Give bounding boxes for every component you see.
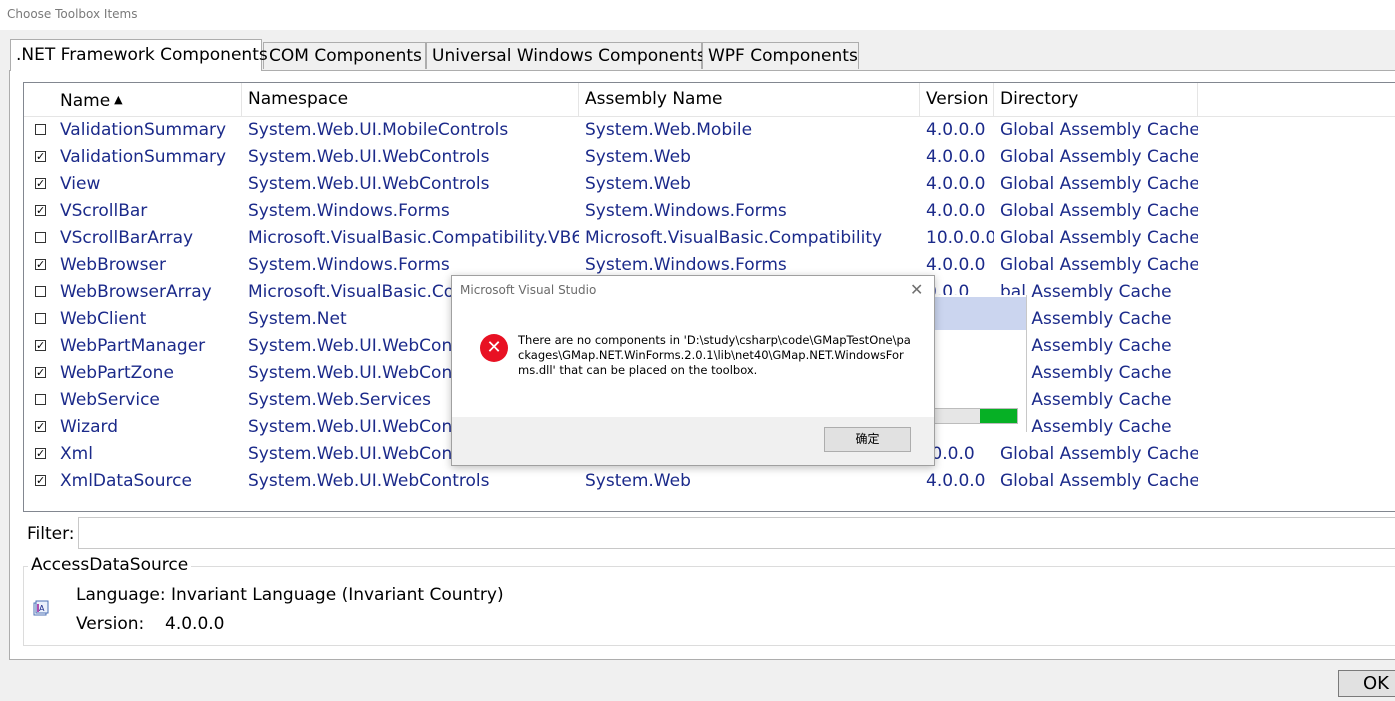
table-row[interactable]: ✓ XmlDataSource System.Web.UI.WebControls S… xyxy=(24,468,1395,495)
language-value: Invariant Language (Invariant Country) xyxy=(171,585,504,605)
row-checkbox[interactable]: ✓ xyxy=(35,475,46,486)
language-label: Language: xyxy=(76,585,166,605)
cell-name: WebPartZone xyxy=(60,363,174,383)
cell-name: WebService xyxy=(60,390,160,410)
cell-assembly-name: System.Web xyxy=(585,471,691,491)
cell-directory: Global Assembly Cache xyxy=(1000,444,1198,464)
table-row[interactable]: ValidationSummary System.Web.UI.MobileCon… xyxy=(24,117,1395,144)
cell-directory: Global Assembly Cache xyxy=(1000,174,1198,194)
dialog-ok-button[interactable]: 确定 xyxy=(824,427,911,452)
table-row[interactable]: ✓ View System.Web.UI.WebControls System.Web… xyxy=(24,171,1395,198)
cell-assembly-name: System.Web xyxy=(585,174,691,194)
background-progress-bar xyxy=(934,408,1018,424)
tab-com-components[interactable]: COM Components xyxy=(263,42,426,69)
message-dialog: Microsoft Visual Studio ✕ ✕ There are no… xyxy=(451,275,935,466)
row-checkbox[interactable] xyxy=(35,313,46,324)
cell-name: WebClient xyxy=(60,309,147,329)
cell-directory: Global Assembly Cache xyxy=(1000,147,1198,167)
list-header: Name ▲ Namespace Assembly Name Version Di… xyxy=(24,83,1395,117)
cell-version: 4.0.0.0 xyxy=(926,174,986,194)
version-value: 4.0.0.0 xyxy=(165,614,225,634)
cell-name: View xyxy=(60,174,101,194)
cell-assembly-name: Microsoft.VisualBasic.Compatibility xyxy=(585,228,883,248)
cell-version: 4.0.0.0 xyxy=(926,471,986,491)
table-row[interactable]: ✓ ValidationSummary System.Web.UI.WebContr… xyxy=(24,144,1395,171)
cell-directory: Global Assembly Cache xyxy=(1000,201,1198,221)
cell-namespace: System.Windows.Forms xyxy=(248,201,450,221)
cell-name: Xml xyxy=(60,444,93,464)
details-version: Version: 4.0.0.0 xyxy=(76,614,224,634)
close-icon[interactable]: ✕ xyxy=(910,280,923,299)
cell-name: WebPartManager xyxy=(60,336,206,356)
row-checkbox[interactable]: ✓ xyxy=(35,151,46,162)
cell-name: WebBrowser xyxy=(60,255,166,275)
column-header-version[interactable]: Version xyxy=(920,83,994,116)
window-title: Choose Toolbox Items xyxy=(7,7,138,21)
cell-version: 10.0.0.0 xyxy=(926,228,994,248)
details-language: Language: Invariant Language (Invariant … xyxy=(76,585,504,605)
cell-directory: Global Assembly Cache xyxy=(1000,255,1198,275)
error-icon: ✕ xyxy=(480,334,508,362)
ok-button[interactable]: OK xyxy=(1338,670,1395,697)
cell-name: ValidationSummary xyxy=(60,120,227,140)
details-groupbox xyxy=(23,566,1395,646)
details-group-title: AccessDataSource xyxy=(28,555,192,575)
cell-namespace: System.Web.UI.WebControls xyxy=(248,471,490,491)
row-checkbox[interactable] xyxy=(35,232,46,243)
row-checkbox[interactable]: ✓ xyxy=(35,421,46,432)
cell-assembly-name: System.Windows.Forms xyxy=(585,201,787,221)
window-titlebar: Choose Toolbox Items xyxy=(0,0,1395,30)
sort-ascending-icon: ▲ xyxy=(114,93,123,106)
column-header-name-label: Name xyxy=(60,91,111,111)
row-checkbox[interactable]: ✓ xyxy=(35,178,46,189)
cell-assembly-name: System.Web xyxy=(585,147,691,167)
cell-name: Wizard xyxy=(60,417,118,437)
dialog-message: There are no components in 'D:\study\csh… xyxy=(518,333,911,377)
cell-version: 4.0.0.0 xyxy=(926,201,986,221)
column-header-namespace[interactable]: Namespace xyxy=(242,83,579,116)
cell-directory: Global Assembly Cache xyxy=(1000,471,1198,491)
dialog-footer: 确定 xyxy=(452,417,934,465)
row-checkbox[interactable] xyxy=(35,286,46,297)
dialog-title: Microsoft Visual Studio xyxy=(460,283,597,297)
cell-namespace: Microsoft.VisualBasic.Compatibility.VB6 xyxy=(248,228,579,248)
filter-input[interactable] xyxy=(78,517,1395,549)
cell-name: ValidationSummary xyxy=(60,147,227,167)
filter-label: Filter: xyxy=(27,524,75,544)
row-checkbox[interactable]: ✓ xyxy=(35,340,46,351)
cell-namespace: System.Web.UI.WebControls xyxy=(248,174,490,194)
table-row[interactable]: ✓ VScrollBar System.Windows.Forms System.Wi… xyxy=(24,198,1395,225)
svg-text:A: A xyxy=(39,604,45,613)
row-checkbox[interactable]: ✓ xyxy=(35,205,46,216)
column-header-directory[interactable]: Directory xyxy=(994,83,1198,116)
version-label: Version: xyxy=(76,614,145,634)
cell-version: 4.0.0.0 xyxy=(926,120,986,140)
progress-fill xyxy=(980,409,1017,423)
row-checkbox[interactable]: ✓ xyxy=(35,448,46,459)
background-selected-row xyxy=(934,297,1026,330)
cell-name: VScrollBar xyxy=(60,201,148,221)
table-row[interactable]: VScrollBarArray Microsoft.VisualBasic.Com… xyxy=(24,225,1395,252)
column-header-name[interactable]: Name ▲ xyxy=(54,83,242,116)
cell-namespace: System.Web.UI.MobileControls xyxy=(248,120,509,140)
cell-version: 4.0.0.0 xyxy=(926,147,986,167)
row-checkbox[interactable]: ✓ xyxy=(35,367,46,378)
cell-name: VScrollBarArray xyxy=(60,228,194,248)
cell-directory: Global Assembly Cache xyxy=(1000,228,1198,248)
row-checkbox[interactable]: ✓ xyxy=(35,259,46,270)
cell-directory: Global Assembly Cache xyxy=(1000,120,1198,140)
column-header-assembly-name[interactable]: Assembly Name xyxy=(579,83,920,116)
tab-universal-windows-components[interactable]: Universal Windows Components xyxy=(426,42,706,69)
row-checkbox[interactable] xyxy=(35,124,46,135)
component-icon: A xyxy=(33,600,49,616)
cell-name: XmlDataSource xyxy=(60,471,192,491)
row-checkbox[interactable] xyxy=(35,394,46,405)
tab-wpf-components[interactable]: WPF Components xyxy=(702,42,859,69)
cell-namespace: System.Web.UI.WebControls xyxy=(248,147,490,167)
cell-name: WebBrowserArray xyxy=(60,282,212,302)
tab-net-framework-components[interactable]: .NET Framework Components xyxy=(10,39,268,71)
cell-assembly-name: System.Web.Mobile xyxy=(585,120,753,140)
